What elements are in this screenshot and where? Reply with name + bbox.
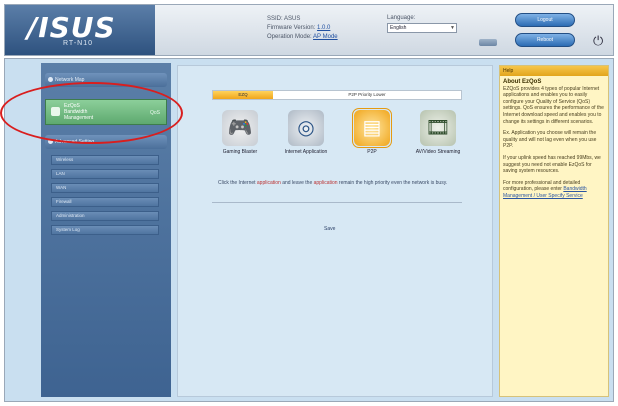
- header: /ISUS RT-N10 SSID: ASUS Firmware Version…: [4, 4, 614, 56]
- help-paragraph: If your uplink speed has reached 99Mbs, …: [503, 154, 601, 175]
- desc-text: and leave the: [280, 180, 314, 186]
- content-panel: EZQ P2P Priority Lower 🎮 Gaming Blaster …: [177, 65, 493, 397]
- app-av-video-streaming[interactable]: 🎞 AV/Video Streaming: [410, 110, 466, 155]
- ssid-value: ASUS: [284, 16, 301, 22]
- app-gaming-blaster[interactable]: 🎮 Gaming Blaster: [212, 110, 268, 155]
- desc-text: remain the high priority even the networ…: [337, 180, 448, 186]
- sidebar-item-wireless[interactable]: Wireless: [51, 155, 159, 165]
- language-value: English: [390, 25, 407, 31]
- chevron-down-icon: ▼: [450, 25, 455, 31]
- tab-ezq[interactable]: EZQ: [213, 91, 273, 99]
- language-select[interactable]: English ▼: [387, 23, 457, 33]
- sidebar-item-firewall[interactable]: Firewall: [51, 197, 159, 207]
- app-label: Gaming Blaster: [222, 149, 258, 155]
- help-paragraph: For more professional and detailed confi…: [503, 180, 605, 200]
- opmode-link[interactable]: AP Mode: [313, 34, 338, 40]
- save-button[interactable]: Save: [324, 226, 335, 232]
- sidebar-item-wan[interactable]: WAN: [51, 183, 159, 193]
- film-icon[interactable]: 🎞: [420, 110, 456, 146]
- sidebar-item-lan[interactable]: LAN: [51, 169, 159, 179]
- help-title: About EzQoS: [503, 79, 542, 85]
- logout-button[interactable]: Logout: [515, 13, 575, 27]
- ssid-label: SSID:: [267, 16, 283, 22]
- firmware-label: Firmware Version:: [267, 25, 316, 31]
- app-label: Internet Application: [284, 149, 328, 155]
- ezqos-description: Click the Internet application and leave…: [218, 180, 450, 187]
- app-label: P2P: [367, 149, 377, 155]
- app-internet-application[interactable]: ◎ Internet Application: [278, 110, 334, 155]
- sidebar-item-administration[interactable]: Administration: [51, 211, 159, 221]
- desc-highlight: application: [256, 180, 281, 186]
- app-label: AV/Video Streaming: [415, 149, 461, 155]
- desc-highlight: application: [313, 180, 338, 186]
- help-body: About EzQoS EZQoS provides 4 types of po…: [500, 76, 608, 203]
- model-name: RT-N10: [63, 40, 93, 47]
- help-bar: Help: [500, 66, 608, 76]
- language-label: Language:: [387, 15, 416, 21]
- app-p2p[interactable]: ▤ P2P: [344, 108, 400, 155]
- reboot-button[interactable]: Reboot: [515, 33, 575, 47]
- router-info: SSID: ASUS Firmware Version: 1.0.0 Opera…: [267, 15, 338, 42]
- language-apply-button[interactable]: [479, 39, 497, 46]
- desc-text: Click the Internet: [218, 180, 257, 186]
- brand-area: /ISUS RT-N10: [5, 5, 155, 55]
- divider: [212, 202, 462, 203]
- globe-icon[interactable]: ◎: [288, 110, 324, 146]
- tab-bar: EZQ P2P Priority Lower: [212, 90, 462, 100]
- language-area: Language: English ▼: [387, 15, 497, 46]
- annotation-ellipse: [0, 82, 183, 144]
- tab-p2p-priority[interactable]: P2P Priority Lower: [273, 91, 461, 99]
- help-panel: Help About EzQoS EZQoS provides 4 types …: [499, 65, 609, 397]
- bullet-icon: [48, 77, 53, 82]
- sidebar-item-system-log[interactable]: System Log: [51, 225, 159, 235]
- gamepad-icon[interactable]: 🎮: [222, 110, 258, 146]
- opmode-label: Operation Mode:: [267, 34, 312, 40]
- help-paragraph: Ex. Application you choose will remain t…: [503, 130, 597, 150]
- selection-frame: [352, 108, 392, 148]
- firmware-link[interactable]: 1.0.0: [317, 25, 330, 31]
- help-paragraph: EZQoS provides 4 types of popular Intern…: [503, 85, 604, 125]
- p2p-folder-icon[interactable]: ▤: [352, 108, 392, 148]
- power-icon[interactable]: ⏻: [593, 33, 603, 49]
